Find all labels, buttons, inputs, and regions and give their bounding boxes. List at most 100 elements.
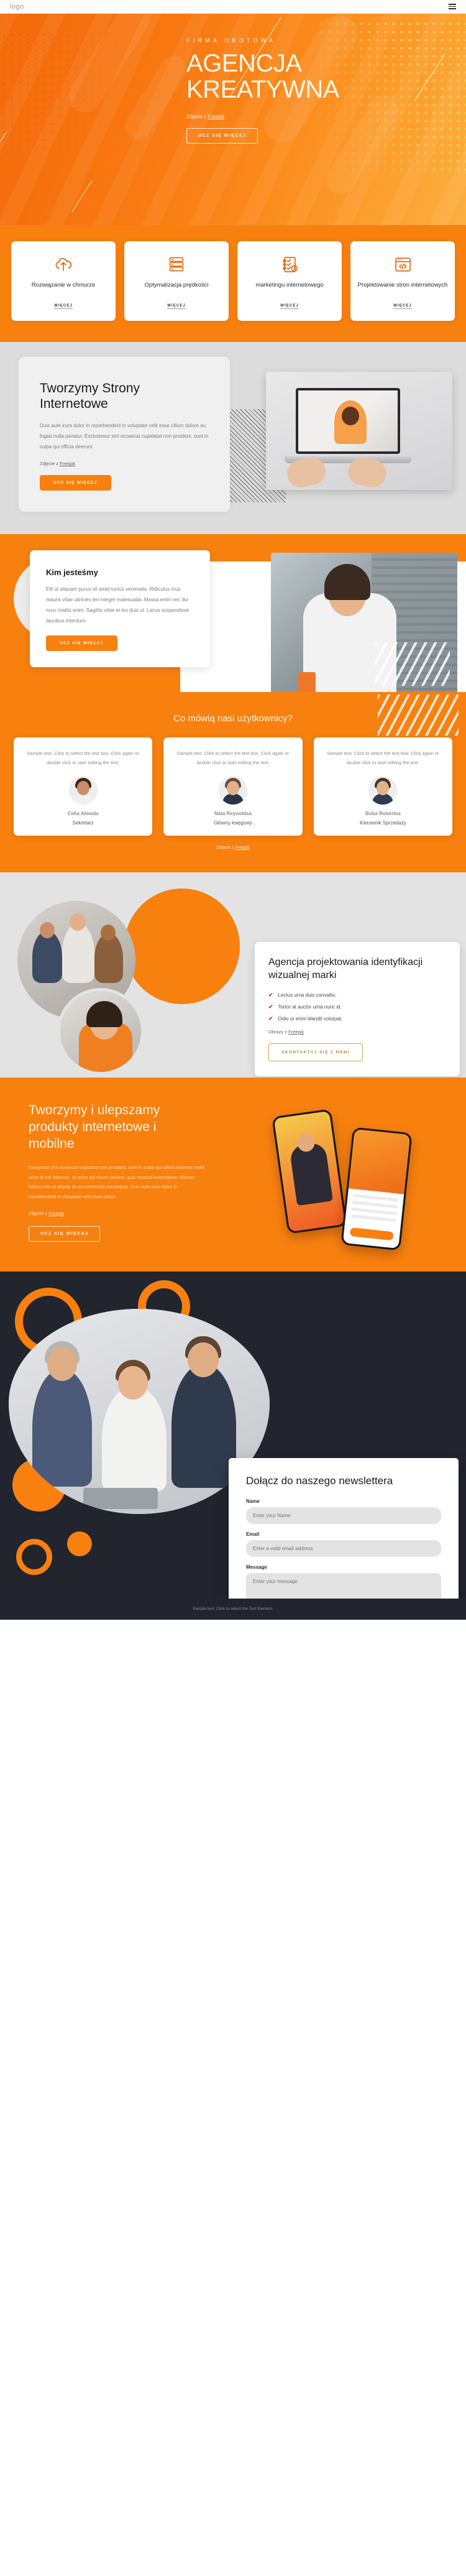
mobile-section: Tworzymy i ulepszamy produkty internetow… (0, 1078, 466, 1272)
testimonial-role: Główny księgowy (214, 820, 252, 826)
testimonial-name: Celia Almeda (67, 811, 99, 817)
email-field-group: Email (246, 1531, 441, 1558)
testimonial-text: Sample text. Click to select the text bo… (327, 750, 439, 765)
name-label: Name (246, 1498, 260, 1505)
site-header: logo (0, 0, 466, 14)
hero-credit-prefix: Zdjęcie z (186, 114, 208, 120)
phone-screen-hero (348, 1129, 411, 1194)
hero-eyebrow: FIRMA OBOTOWA (186, 37, 276, 44)
service-card[interactable]: Rozwiązanie w chmurze WIĘCEJ (11, 241, 116, 321)
testimonials-section: Co mówią nasi użytkownicy? Sample text. … (0, 691, 466, 873)
footer-text: Sample text. Click to select the Text El… (193, 1607, 273, 1612)
newsletter-person-head (188, 1342, 219, 1377)
phone-screen-button (349, 1227, 394, 1241)
hero-section: FIRMA OBOTOWA AGENCJA KREATYWNA Zdjęcie … (0, 14, 466, 225)
websites-card: Tworzymy Strony Internetowe Duis aute ir… (19, 356, 230, 512)
testimonial-card[interactable]: Sample text. Click to select the text bo… (163, 737, 303, 836)
mobile-cta-button[interactable]: UCZ SIĘ WIĘCEJ (29, 1226, 101, 1242)
service-card[interactable]: marketingu internetowego WIĘCEJ (237, 241, 342, 321)
team-person-torso (62, 923, 94, 984)
newsletter-card: Dołącz do naszego newslettera Name Email… (229, 1457, 459, 1620)
brand-credit-link[interactable]: Freepik (288, 1029, 304, 1035)
stripes-decoration (378, 694, 459, 736)
brand-check-item: ✔ Lectus urna duis convallis. (268, 992, 446, 998)
phones-illustration (272, 1109, 441, 1255)
phone-screen (342, 1129, 411, 1249)
service-more-link[interactable]: WIĘCEJ (54, 304, 73, 309)
portrait-photo (57, 988, 144, 1076)
newsletter-person-torso (102, 1385, 167, 1492)
check-icon: ✔ (268, 991, 273, 998)
check-icon: ✔ (268, 1015, 273, 1022)
testimonial-card[interactable]: Sample text. Click to select the text bo… (313, 737, 452, 836)
phone-screen (273, 1110, 345, 1232)
dot-decoration (67, 1531, 92, 1556)
email-label: Email (246, 1531, 260, 1538)
websites-cta-button[interactable]: UCZ SIĘ WIĘCEJ (40, 475, 111, 491)
avatar-head (377, 781, 390, 796)
mobile-content: Tworzymy i ulepszamy produkty internetow… (0, 1102, 205, 1242)
testimonial-card[interactable]: Sample text. Click to select the text bo… (14, 737, 153, 836)
service-more-link[interactable]: WIĘCEJ (167, 304, 186, 309)
about-section: Kim jesteśmy Elit ut aliquam purus sit a… (0, 534, 466, 692)
name-input[interactable] (246, 1507, 441, 1525)
service-card[interactable]: Projektowanie stron internetowych WIĘCEJ (350, 241, 455, 321)
page-root: logo FIRMA OBOTOWA AGENCJA KREATYWNA Zdj… (0, 0, 466, 1620)
about-title: Kim jesteśmy (46, 568, 98, 578)
laptop-illustration (266, 371, 452, 490)
phone-mockup (340, 1127, 413, 1251)
service-title: marketingu internetowego (255, 282, 324, 289)
websites-credit-prefix: Zdjęcie z (40, 461, 60, 467)
websites-title: Tworzymy Strony Internetowe (40, 381, 140, 412)
brand-contact-button[interactable]: SKONTAKTUJ SIĘ Z NAMI (268, 1043, 363, 1061)
services-section: Rozwiązanie w chmurze WIĘCEJ Optymalizac… (0, 225, 466, 342)
mobile-credit-link[interactable]: Freepik (48, 1211, 64, 1216)
newsletter-person-torso (32, 1368, 92, 1487)
newsletter-person-torso (171, 1363, 236, 1488)
check-icon: ✔ (268, 1003, 273, 1010)
brand-check-item: ✔ Tortor at auctor urna nunc id. (268, 1004, 446, 1010)
testimonial-name: Nata Reynoldsa (214, 811, 252, 817)
team-person-torso (32, 931, 62, 984)
hero-content: FIRMA OBOTOWA AGENCJA KREATYWNA Zdjęcie … (0, 14, 466, 144)
websites-credit-link[interactable]: Freepik (60, 461, 75, 466)
code-window-icon (355, 254, 450, 275)
newsletter-laptop (83, 1487, 158, 1509)
avatar (218, 776, 247, 805)
testimonial-text: Sample text. Click to select the text bo… (27, 750, 139, 765)
brand-card: Agencja projektowania identyfikacji wizu… (255, 942, 460, 1076)
testimonial-role: Kierownik Sprzedaży (359, 820, 406, 826)
mobile-title: Tworzymy i ulepszamy produkty internetow… (29, 1103, 160, 1152)
name-field-group: Name (246, 1498, 441, 1525)
brand-section: Agencja projektowania identyfikacji wizu… (0, 872, 466, 1078)
laptop-screen (296, 387, 400, 454)
phone-mockup (272, 1109, 347, 1235)
message-label: Message (246, 1564, 267, 1571)
service-title: Optymalizacja prędkości (144, 282, 209, 289)
service-more-link[interactable]: WIĘCEJ (280, 304, 299, 309)
service-more-link[interactable]: WIĘCEJ (393, 304, 412, 309)
hero-credit: Zdjęcie z Freepik (186, 114, 451, 119)
phone-screen-rows (350, 1194, 399, 1226)
about-body: Elit ut aliquam purus sit amet luctus ve… (46, 586, 190, 624)
testimonial-name: Boba Robertsa (365, 811, 401, 817)
service-card[interactable]: Optymalizacja prędkości WIĘCEJ (124, 241, 229, 321)
brand-check-label: Lectus urna duis convallis. (278, 992, 337, 998)
newsletter-person-head (118, 1365, 148, 1400)
about-card: Kim jesteśmy Elit ut aliquam purus sit a… (30, 550, 210, 667)
hero-credit-link[interactable]: Freepik (208, 114, 224, 119)
avatar (368, 776, 398, 805)
team-person-torso (94, 933, 123, 984)
about-cta-button[interactable]: UCZ SIĘ WIĘCEJ (46, 635, 117, 651)
stripes-decoration (375, 642, 450, 686)
avatar-head (226, 781, 239, 796)
brand-credit: Obrazy z Freepik (268, 1029, 446, 1035)
hamburger-icon[interactable] (449, 4, 456, 9)
laptop-screen-person (334, 400, 367, 444)
websites-section: Tworzymy Strony Internetowe Duis aute ir… (0, 341, 466, 535)
testimonials-credit-link[interactable]: Freepik (235, 846, 249, 850)
service-title: Rozwiązanie w chmurze (31, 282, 96, 289)
logo[interactable]: logo (10, 3, 24, 11)
hero-cta-button[interactable]: UCZ SIĘ WIĘCEJ (186, 128, 258, 144)
email-input[interactable] (246, 1540, 441, 1558)
